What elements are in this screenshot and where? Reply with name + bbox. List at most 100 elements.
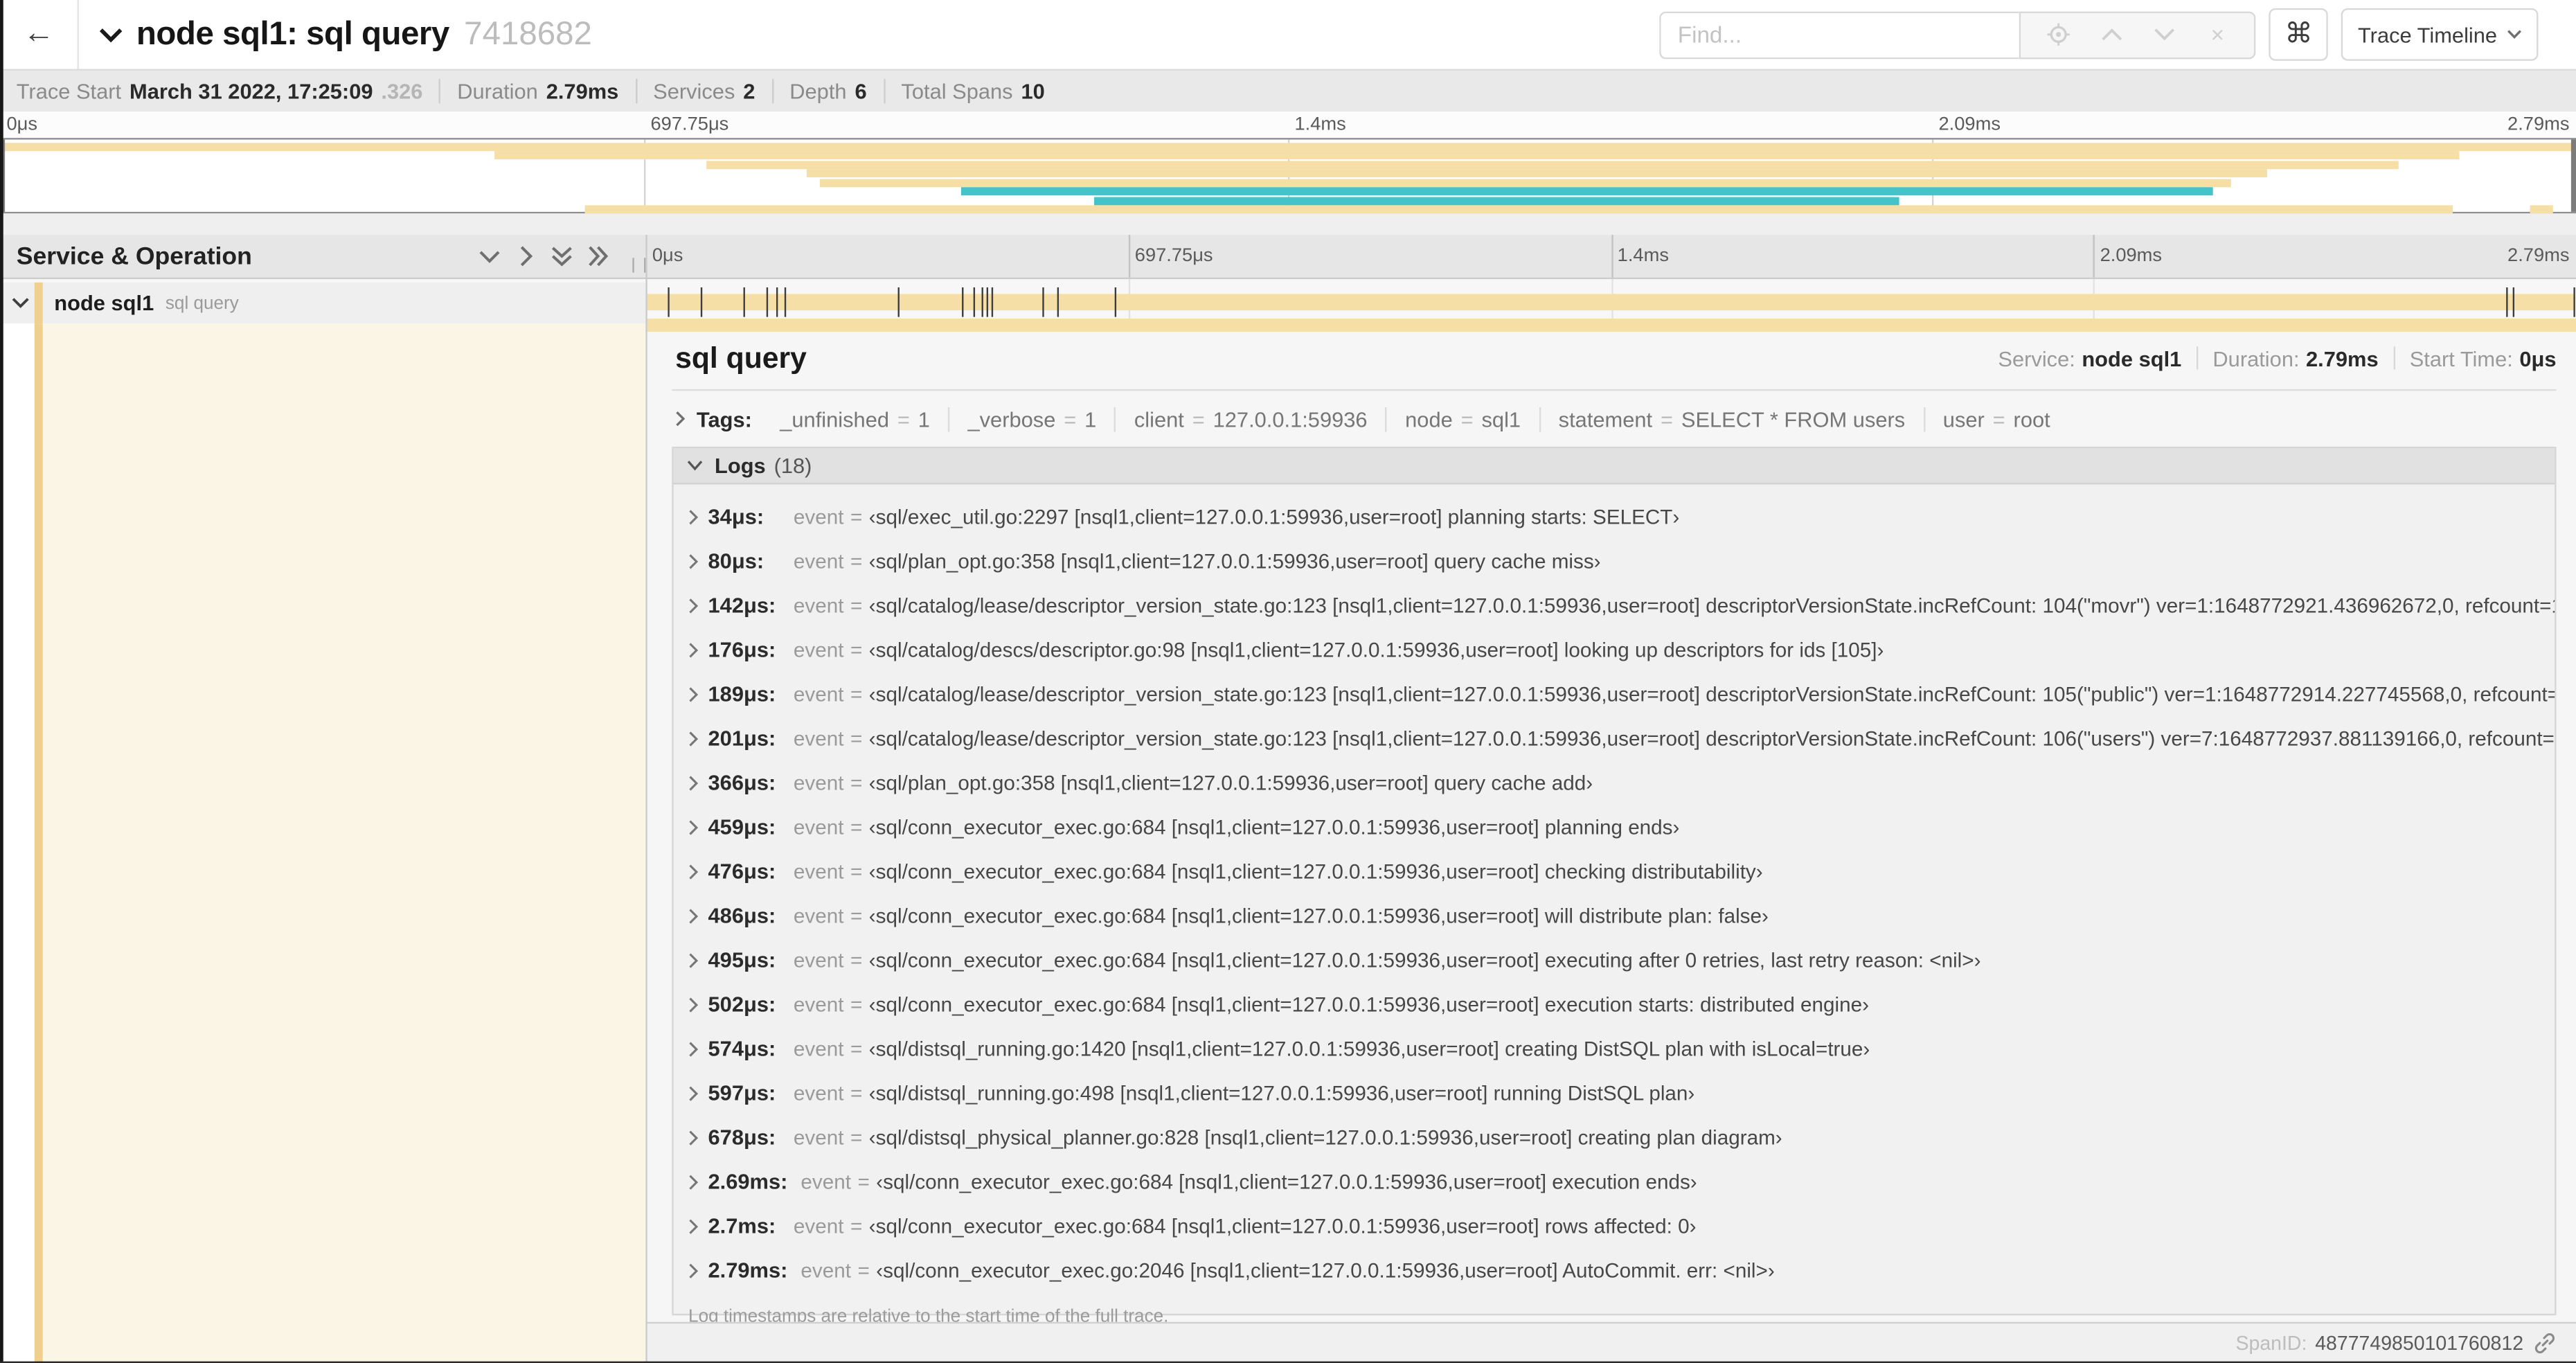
log-chevron-right-icon[interactable] bbox=[688, 686, 699, 702]
focus-locate-icon[interactable] bbox=[2041, 18, 2074, 51]
log-entry-row[interactable]: 34μs: event = ‹sql/exec_util.go:2297 [ns… bbox=[674, 495, 2555, 539]
log-entry-row[interactable]: 189μs: event = ‹sql/catalog/lease/descri… bbox=[674, 672, 2555, 716]
log-entry-row[interactable]: 459μs: event = ‹sql/conn_executor_exec.g… bbox=[674, 805, 2555, 849]
row-collapse-chevron-down-icon[interactable] bbox=[12, 297, 31, 309]
log-field-value: ‹sql/distsql_running.go:1420 [nsql1,clie… bbox=[868, 1037, 1870, 1060]
log-entry-row[interactable]: 366μs: event = ‹sql/plan_opt.go:358 [nsq… bbox=[674, 760, 2555, 805]
log-tick-mark bbox=[1113, 286, 1116, 317]
back-button[interactable]: ← bbox=[0, 0, 79, 69]
log-chevron-right-icon[interactable] bbox=[688, 1218, 699, 1234]
log-chevron-right-icon[interactable] bbox=[688, 819, 699, 835]
log-chevron-right-icon[interactable] bbox=[688, 1129, 699, 1146]
equals-sign: = bbox=[850, 948, 863, 972]
log-timestamp: 2.7ms: bbox=[708, 1213, 776, 1238]
spanid-label: SpanID: bbox=[2235, 1331, 2307, 1355]
logs-chevron-down-icon[interactable] bbox=[687, 460, 704, 472]
log-entry-row[interactable]: 574μs: event = ‹sql/distsql_running.go:1… bbox=[674, 1026, 2555, 1071]
log-entry-row[interactable]: 201μs: event = ‹sql/catalog/lease/descri… bbox=[674, 716, 2555, 760]
ruler-tick-label: 1.4ms bbox=[1294, 114, 1346, 135]
log-chevron-right-icon[interactable] bbox=[688, 730, 699, 747]
log-chevron-right-icon[interactable] bbox=[688, 996, 699, 1013]
log-entry-row[interactable]: 2.7ms: event = ‹sql/conn_executor_exec.g… bbox=[674, 1204, 2555, 1248]
log-field-value: ‹sql/catalog/descs/descriptor.go:98 [nsq… bbox=[868, 638, 1884, 661]
clear-search-icon[interactable]: × bbox=[2201, 18, 2234, 51]
tags-chevron-right-icon[interactable] bbox=[675, 411, 686, 427]
tag-value: sql1 bbox=[1481, 406, 1521, 431]
log-chevron-right-icon[interactable] bbox=[688, 907, 699, 924]
log-chevron-right-icon[interactable] bbox=[688, 863, 699, 880]
log-timestamp: 34μs: bbox=[708, 504, 764, 529]
collapse-trace-chevron-down-icon[interactable] bbox=[98, 27, 123, 42]
log-entry-row[interactable]: 2.69ms: event = ‹sql/conn_executor_exec.… bbox=[674, 1159, 2555, 1204]
expand-all-double-chevron-right-icon[interactable] bbox=[580, 242, 616, 271]
log-field-value: ‹sql/plan_opt.go:358 [nsql1,client=127.0… bbox=[868, 771, 1593, 794]
equals-sign: = bbox=[850, 549, 863, 573]
panel-divider[interactable] bbox=[645, 235, 647, 1363]
viewport-right-handle[interactable] bbox=[2570, 139, 2576, 212]
log-tick-mark bbox=[2512, 286, 2515, 317]
log-tick-mark bbox=[2505, 286, 2508, 317]
collapse-one-chevron-down-icon[interactable] bbox=[472, 242, 508, 271]
log-entry-row[interactable]: 142μs: event = ‹sql/catalog/lease/descri… bbox=[674, 583, 2555, 627]
log-field-name: event bbox=[793, 727, 844, 750]
tag-value: 127.0.0.1:59936 bbox=[1213, 406, 1368, 431]
trace-title-group: node sql1: sql query 7418682 bbox=[98, 16, 1659, 54]
row-service-name: node sql1 bbox=[54, 290, 154, 316]
log-chevron-right-icon[interactable] bbox=[688, 641, 699, 658]
minimap-span-bar bbox=[2530, 205, 2553, 214]
log-entry-row[interactable]: 2.79ms: event = ‹sql/conn_executor_exec.… bbox=[674, 1248, 2555, 1292]
log-entry-row[interactable]: 502μs: event = ‹sql/conn_executor_exec.g… bbox=[674, 982, 2555, 1026]
log-chevron-right-icon[interactable] bbox=[688, 1085, 699, 1101]
chevron-down-icon bbox=[2507, 30, 2522, 39]
span-duration-bar[interactable] bbox=[645, 293, 2575, 310]
log-timestamp: 201μs: bbox=[708, 726, 776, 751]
find-input[interactable] bbox=[1659, 10, 2020, 59]
minimap-span-bar bbox=[706, 160, 2399, 169]
log-entry-row[interactable]: 176μs: event = ‹sql/catalog/descs/descri… bbox=[674, 627, 2555, 672]
span-row-label[interactable]: node sql1 sql query bbox=[0, 282, 646, 324]
divider bbox=[2392, 346, 2395, 370]
trace-total-spans: Total Spans 10 bbox=[883, 78, 1061, 104]
log-chevron-right-icon[interactable] bbox=[688, 553, 699, 569]
log-entry-row[interactable]: 678μs: event = ‹sql/distsql_physical_pla… bbox=[674, 1115, 2555, 1159]
tag-key: _verbose bbox=[967, 406, 1056, 431]
tag-item: node = sql1 bbox=[1385, 406, 1539, 431]
log-chevron-right-icon[interactable] bbox=[688, 1173, 699, 1190]
keyboard-shortcuts-button[interactable]: ⌘ bbox=[2269, 8, 2329, 61]
log-tick-mark bbox=[1057, 286, 1060, 317]
tags-row[interactable]: Tags: _unfinished = 1 _verbose = 1 client = 12… bbox=[672, 401, 2556, 437]
equals-sign: = bbox=[1460, 406, 1474, 431]
ruler-tick-label: 2.79ms bbox=[2507, 114, 2570, 135]
prev-result-chevron-up-icon[interactable] bbox=[2095, 18, 2127, 51]
log-chevron-right-icon[interactable] bbox=[688, 774, 699, 791]
log-chevron-right-icon[interactable] bbox=[688, 508, 699, 525]
deep-link-icon[interactable] bbox=[2533, 1332, 2556, 1355]
log-chevron-right-icon[interactable] bbox=[688, 1262, 699, 1279]
trace-minimap[interactable] bbox=[0, 138, 2576, 214]
log-chevron-right-icon[interactable] bbox=[688, 1040, 699, 1057]
log-entry-row[interactable]: 597μs: event = ‹sql/distsql_running.go:4… bbox=[674, 1071, 2555, 1115]
collapse-all-double-chevron-down-icon[interactable] bbox=[544, 242, 580, 271]
logs-header[interactable]: Logs (18) bbox=[673, 448, 2555, 485]
log-entry-row[interactable]: 495μs: event = ‹sql/conn_executor_exec.g… bbox=[674, 938, 2555, 982]
log-tick-mark bbox=[2573, 286, 2575, 317]
log-chevron-right-icon[interactable] bbox=[688, 597, 699, 614]
trace-depth: Depth 6 bbox=[771, 78, 883, 104]
log-entry-row[interactable]: 476μs: event = ‹sql/conn_executor_exec.g… bbox=[674, 849, 2555, 893]
log-field-name: event bbox=[793, 1125, 844, 1149]
trace-view-selector[interactable]: Trace Timeline bbox=[2341, 8, 2539, 61]
expand-one-chevron-right-icon[interactable] bbox=[508, 242, 544, 271]
equals-sign: = bbox=[850, 859, 863, 883]
tag-key: user bbox=[1942, 406, 1985, 431]
next-result-chevron-down-icon[interactable] bbox=[2148, 18, 2181, 51]
column-resizer-grip[interactable] bbox=[632, 258, 646, 273]
log-entry-row[interactable]: 486μs: event = ‹sql/conn_executor_exec.g… bbox=[674, 893, 2555, 938]
log-entry-row[interactable]: 80μs: event = ‹sql/plan_opt.go:358 [nsql… bbox=[674, 539, 2555, 583]
log-chevron-right-icon[interactable] bbox=[688, 952, 699, 968]
trace-start: Trace Start March 31 2022, 17:25:09.326 bbox=[16, 78, 423, 104]
tag-key: node bbox=[1405, 406, 1453, 431]
log-timestamp: 2.69ms: bbox=[708, 1169, 788, 1194]
log-timestamp: 176μs: bbox=[708, 636, 776, 662]
equals-sign: = bbox=[850, 727, 863, 750]
log-field-value: ‹sql/conn_executor_exec.go:684 [nsql1,cl… bbox=[868, 815, 1680, 839]
